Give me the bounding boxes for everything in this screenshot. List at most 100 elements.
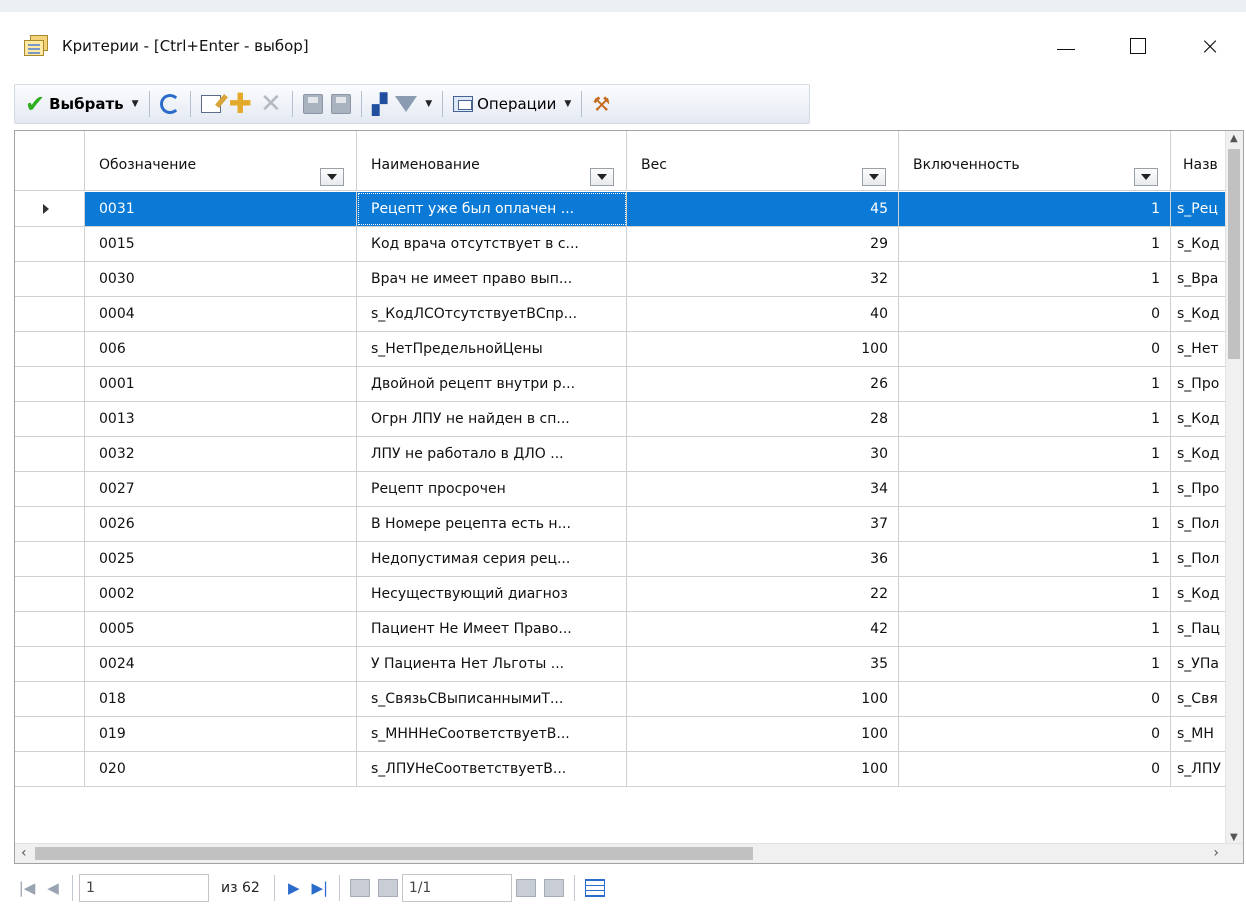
find-button[interactable]: ▞ [368, 87, 391, 121]
scroll-down-icon[interactable]: ▼ [1230, 832, 1238, 843]
cell-name[interactable]: Двойной рецепт внутри р... [357, 367, 627, 401]
table-row[interactable]: 0004 s_КодЛСОтсутствуетВСпр... 40 0 s_Код [15, 297, 1227, 332]
save-all-button[interactable] [327, 87, 355, 121]
cell-name[interactable]: Рецепт уже был оплачен ... [357, 192, 627, 226]
cell-included[interactable]: 0 [899, 717, 1171, 751]
cell-weight[interactable]: 37 [627, 507, 899, 541]
scroll-up-icon[interactable]: ▲ [1230, 133, 1238, 144]
column-filter-button[interactable] [862, 168, 886, 186]
cell-name[interactable]: Несуществующий диагноз [357, 577, 627, 611]
cell-code[interactable]: 0027 [85, 472, 357, 506]
cell-title[interactable]: s_Про [1171, 367, 1227, 401]
cell-title[interactable]: s_Код [1171, 437, 1227, 471]
cell-weight[interactable]: 29 [627, 227, 899, 261]
refresh-button[interactable] [156, 87, 184, 121]
previous-page-icon[interactable] [377, 879, 398, 897]
horizontal-scrollbar[interactable]: ‹ › [15, 843, 1243, 863]
cell-title[interactable]: s_Код [1171, 577, 1227, 611]
current-record-input[interactable]: 1 [79, 874, 209, 902]
cell-included[interactable]: 1 [899, 507, 1171, 541]
next-page-icon[interactable] [515, 879, 536, 897]
table-row[interactable]: 0032 ЛПУ не работало в ДЛО ... 30 1 s_Код [15, 437, 1227, 472]
cell-weight[interactable]: 32 [627, 262, 899, 296]
cell-code[interactable]: 019 [85, 717, 357, 751]
cell-name[interactable]: Недопустимая серия рец... [357, 542, 627, 576]
row-indicator[interactable] [15, 437, 85, 471]
cell-title[interactable]: s_Код [1171, 297, 1227, 331]
cell-weight[interactable]: 40 [627, 297, 899, 331]
column-filter-button[interactable] [590, 168, 614, 186]
cell-weight[interactable]: 30 [627, 437, 899, 471]
close-button[interactable]: × [1174, 24, 1246, 68]
row-indicator[interactable] [15, 192, 85, 226]
cell-title[interactable]: s_Код [1171, 402, 1227, 436]
cell-name[interactable]: У Пациента Нет Льготы ... [357, 647, 627, 681]
cell-included[interactable]: 1 [899, 192, 1171, 226]
operations-button[interactable]: Операции ▼ [449, 87, 575, 121]
cell-name[interactable]: s_КодЛСОтсутствуетВСпр... [357, 297, 627, 331]
cell-weight[interactable]: 45 [627, 192, 899, 226]
cell-name[interactable]: s_НетПредельнойЦены [357, 332, 627, 366]
table-row[interactable]: 020 s_ЛПУНеСоответствуетВ... 100 0 s_ЛПУ [15, 752, 1227, 787]
row-indicator[interactable] [15, 647, 85, 681]
previous-record-icon[interactable]: ◀ [40, 879, 66, 897]
chevron-down-icon[interactable]: ▼ [564, 99, 571, 109]
cell-included[interactable]: 1 [899, 402, 1171, 436]
table-row[interactable]: 0024 У Пациента Нет Льготы ... 35 1 s_УПа [15, 647, 1227, 682]
minimize-button[interactable] [1030, 24, 1102, 68]
horizontal-scroll-thumb[interactable] [35, 847, 753, 860]
cell-included[interactable]: 1 [899, 472, 1171, 506]
cell-weight[interactable]: 28 [627, 402, 899, 436]
cell-included[interactable]: 1 [899, 647, 1171, 681]
cell-title[interactable]: s_Рец [1171, 192, 1227, 226]
cell-title[interactable]: s_МН [1171, 717, 1227, 751]
table-row[interactable]: 0030 Врач не имеет право вып... 32 1 s_Вра [15, 262, 1227, 297]
cell-weight[interactable]: 22 [627, 577, 899, 611]
row-indicator[interactable] [15, 612, 85, 646]
scroll-right-icon[interactable]: › [1213, 845, 1219, 861]
cell-code[interactable]: 0005 [85, 612, 357, 646]
row-indicator[interactable] [15, 227, 85, 261]
table-row[interactable]: 006 s_НетПредельнойЦены 100 0 s_Нет [15, 332, 1227, 367]
filter-button[interactable]: ▼ [391, 87, 436, 121]
table-row[interactable]: 0025 Недопустимая серия рец... 36 1 s_Пол [15, 542, 1227, 577]
row-indicator[interactable] [15, 717, 85, 751]
maximize-button[interactable] [1102, 24, 1174, 68]
cell-title[interactable]: s_Пац [1171, 612, 1227, 646]
cell-title[interactable]: s_Пол [1171, 507, 1227, 541]
cell-code[interactable]: 0030 [85, 262, 357, 296]
cell-code[interactable]: 018 [85, 682, 357, 716]
cell-weight[interactable]: 100 [627, 717, 899, 751]
cell-included[interactable]: 1 [899, 612, 1171, 646]
first-page-icon[interactable] [349, 879, 370, 897]
table-row[interactable]: 0002 Несуществующий диагноз 22 1 s_Код [15, 577, 1227, 612]
cell-title[interactable]: s_Нет [1171, 332, 1227, 366]
cell-weight[interactable]: 34 [627, 472, 899, 506]
cell-weight[interactable]: 100 [627, 682, 899, 716]
add-button[interactable]: ✚ [225, 87, 256, 121]
table-row[interactable]: 019 s_МНННеСоответствуетВ... 100 0 s_МН [15, 717, 1227, 752]
select-button[interactable]: ✔ Выбрать ▼ [21, 87, 143, 121]
table-row[interactable]: 018 s_СвязьСВыписаннымиТ... 100 0 s_Свя [15, 682, 1227, 717]
cell-title[interactable]: s_Вра [1171, 262, 1227, 296]
cell-weight[interactable]: 42 [627, 612, 899, 646]
column-header-title[interactable]: Назв [1171, 131, 1227, 190]
cell-name[interactable]: Код врача отсутствует в с... [357, 227, 627, 261]
cell-included[interactable]: 1 [899, 577, 1171, 611]
table-row[interactable]: 0001 Двойной рецепт внутри р... 26 1 s_Про [15, 367, 1227, 402]
row-indicator[interactable] [15, 682, 85, 716]
table-row[interactable]: 0015 Код врача отсутствует в с... 29 1 s_Код [15, 227, 1227, 262]
cell-name[interactable]: Рецепт просрочен [357, 472, 627, 506]
column-filter-button[interactable] [1134, 168, 1158, 186]
cell-name[interactable]: Пациент Не Имеет Право... [357, 612, 627, 646]
cell-title[interactable]: s_УПа [1171, 647, 1227, 681]
cell-included[interactable]: 1 [899, 367, 1171, 401]
save-button[interactable] [299, 87, 327, 121]
cell-code[interactable]: 0001 [85, 367, 357, 401]
cell-code[interactable]: 0031 [85, 192, 357, 226]
last-record-icon[interactable]: ▶| [307, 879, 333, 897]
column-header-code[interactable]: Обозначение [85, 131, 357, 190]
cell-included[interactable]: 0 [899, 332, 1171, 366]
cell-code[interactable]: 0015 [85, 227, 357, 261]
row-indicator[interactable] [15, 507, 85, 541]
